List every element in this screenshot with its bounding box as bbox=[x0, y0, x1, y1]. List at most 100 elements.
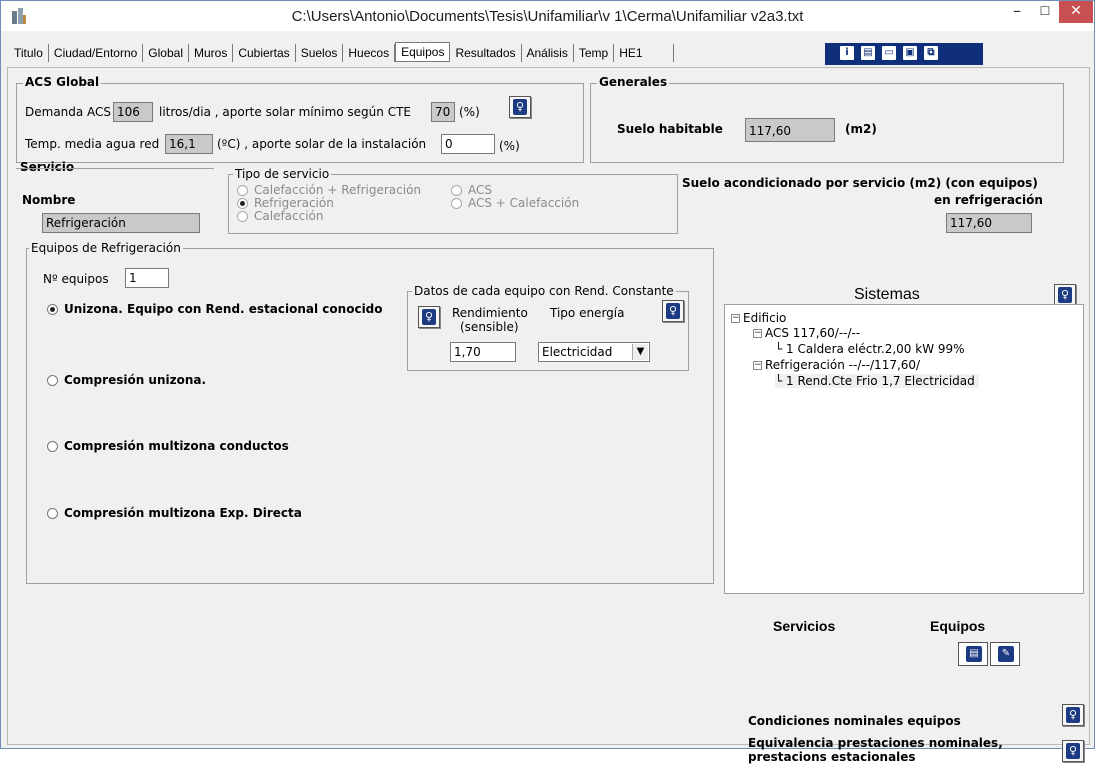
nombre-field[interactable]: Refrigeración bbox=[42, 213, 200, 233]
radio-label: Compresión unizona. bbox=[64, 373, 207, 387]
tab-muros[interactable]: Muros bbox=[189, 44, 234, 62]
tree-node-label: 1 Rend.Cte Frio 1,7 Electricidad bbox=[786, 374, 975, 388]
tree-node-rend-cte[interactable]: └ 1 Rend.Cte Frio 1,7 Electricidad bbox=[775, 374, 979, 388]
rendimiento-help-button[interactable]: ♀ bbox=[418, 306, 440, 328]
tab-global[interactable]: Global bbox=[143, 44, 189, 62]
radio-refrigeracion[interactable]: Refrigeración bbox=[237, 196, 334, 210]
radio-button[interactable] bbox=[237, 184, 248, 196]
collapse-icon[interactable]: − bbox=[753, 361, 762, 370]
num-equipos-field[interactable]: 1 bbox=[125, 268, 169, 288]
minimize-button[interactable]: – bbox=[1003, 1, 1031, 23]
tab-temp[interactable]: Temp bbox=[574, 44, 615, 62]
radio-calef-refrig[interactable]: Calefacción + Refrigeración bbox=[237, 183, 421, 197]
tree-node-acs[interactable]: − ACS 117,60/--/-- bbox=[753, 326, 860, 340]
lightbulb-icon: ♀ bbox=[1066, 743, 1080, 759]
tree-node-refrigeracion[interactable]: − Refrigeración --/--/117,60/ bbox=[753, 358, 920, 372]
application-window: C:\Users\Antonio\Documents\Tesis\Unifami… bbox=[0, 0, 1095, 764]
condiciones-help-button[interactable]: ♀ bbox=[1062, 704, 1084, 726]
tipo-energia-value: Electricidad bbox=[542, 345, 613, 359]
equipo-edit-button[interactable]: ✎ bbox=[990, 642, 1020, 666]
document-icon[interactable]: ▤ bbox=[860, 45, 876, 61]
radio-button[interactable] bbox=[47, 440, 58, 452]
suelo-acond-field[interactable]: 117,60 bbox=[946, 213, 1032, 233]
equivalencia-help-button[interactable]: ♀ bbox=[1062, 740, 1084, 762]
radio-label: Compresión multizona Exp. Directa bbox=[64, 506, 302, 520]
tab-equipos[interactable]: Equipos bbox=[395, 42, 451, 62]
collapse-icon[interactable]: − bbox=[731, 314, 740, 323]
tab-suelos[interactable]: Suelos bbox=[296, 44, 344, 62]
energia-help-button[interactable]: ♀ bbox=[662, 300, 684, 322]
radio-label: ACS bbox=[468, 183, 492, 197]
temp-agua-unit: (ºC) , aporte solar de la instalación bbox=[217, 137, 427, 151]
tab-he1[interactable]: HE1 bbox=[614, 44, 674, 62]
title-bar: C:\Users\Antonio\Documents\Tesis\Unifami… bbox=[1, 1, 1094, 31]
demanda-acs-label: Demanda ACS bbox=[25, 105, 112, 119]
sistemas-title: Sistemas bbox=[854, 286, 920, 303]
tab-huecos[interactable]: Huecos bbox=[343, 44, 396, 62]
acs-help-button[interactable]: ♀ bbox=[509, 96, 531, 118]
temp-agua-field[interactable]: 16,1 bbox=[165, 134, 213, 154]
chevron-down-icon[interactable]: ▼ bbox=[632, 344, 648, 360]
aporte-instalacion-field[interactable]: 0 bbox=[441, 134, 495, 154]
tree-node-label: Refrigeración --/--/117,60/ bbox=[765, 358, 921, 372]
tipo-energia-select[interactable]: Electricidad ▼ bbox=[538, 342, 650, 362]
radio-button[interactable] bbox=[237, 210, 248, 222]
demanda-acs-field[interactable]: 106 bbox=[113, 102, 153, 122]
radio-button[interactable] bbox=[47, 374, 58, 386]
aporte-minimo-unit: (%) bbox=[459, 105, 480, 119]
tab-analisis[interactable]: Análisis bbox=[522, 44, 574, 62]
radio-acs[interactable]: ACS bbox=[451, 183, 492, 197]
radio-label: ACS + Calefacción bbox=[468, 196, 580, 210]
lightbulb-icon: ♀ bbox=[422, 309, 436, 325]
collapse-icon[interactable]: − bbox=[753, 329, 762, 338]
toolbar: i ▤ ▭ ▣ ⧉ bbox=[825, 43, 983, 65]
close-button[interactable]: ✕ bbox=[1059, 1, 1093, 23]
opt-compresion-unizona[interactable]: Compresión unizona. bbox=[47, 373, 206, 387]
tree-node-edificio[interactable]: − Edificio bbox=[731, 311, 786, 325]
tree-line-icon: └ bbox=[775, 374, 787, 388]
radio-button[interactable] bbox=[47, 507, 58, 519]
equipos-label: Equipos bbox=[930, 618, 986, 634]
tab-resultados[interactable]: Resultados bbox=[450, 44, 522, 62]
opt-multizona-conductos[interactable]: Compresión multizona conductos bbox=[47, 439, 289, 453]
folder-open-icon[interactable]: ▭ bbox=[881, 45, 897, 61]
lightbulb-icon: ♀ bbox=[1066, 707, 1080, 723]
opt-multizona-exp-directa[interactable]: Compresión multizona Exp. Directa bbox=[47, 506, 302, 520]
suelo-habitable-unit: (m2) bbox=[845, 122, 877, 136]
tree-node-caldera[interactable]: └ 1 Caldera eléctr.2,00 kW 99% bbox=[775, 342, 965, 356]
tab-ciudad-entorno[interactable]: Ciudad/Entorno bbox=[49, 44, 144, 62]
equipos-panel: ACS Global Demanda ACS 106 litros/dia , … bbox=[7, 67, 1090, 764]
radio-button[interactable] bbox=[237, 197, 248, 209]
radio-button[interactable] bbox=[451, 197, 462, 209]
datos-equipo-legend: Datos de cada equipo con Rend. Constante bbox=[412, 284, 676, 298]
copy-icon[interactable]: ⧉ bbox=[923, 45, 939, 61]
document-icon: ▤ bbox=[966, 646, 982, 662]
tab-strip: Titulo Ciudad/Entorno Global Muros Cubie… bbox=[9, 42, 674, 64]
tab-titulo[interactable]: Titulo bbox=[9, 44, 49, 62]
radio-button[interactable] bbox=[47, 303, 58, 315]
equipos-refrigeracion-legend: Equipos de Refrigeración bbox=[29, 241, 183, 255]
save-icon[interactable]: ▣ bbox=[902, 45, 918, 61]
radio-calefaccion[interactable]: Calefacción bbox=[237, 209, 324, 223]
sistemas-help-button[interactable]: ♀ bbox=[1054, 284, 1076, 306]
servicios-label: Servicios bbox=[773, 618, 836, 634]
opt-unizona-rend[interactable]: Unizona. Equipo con Rend. estacional con… bbox=[47, 302, 383, 316]
tree-node-label: Edificio bbox=[743, 311, 787, 325]
rendimiento-field[interactable]: 1,70 bbox=[450, 342, 516, 362]
temp-agua-label: Temp. media agua red bbox=[25, 137, 160, 151]
window-title: C:\Users\Antonio\Documents\Tesis\Unifami… bbox=[291, 8, 804, 25]
aporte-instalacion-unit: (%) bbox=[499, 139, 520, 153]
info-icon[interactable]: i bbox=[839, 45, 855, 61]
radio-button[interactable] bbox=[451, 184, 462, 196]
equipo-document-button[interactable]: ▤ bbox=[958, 642, 988, 666]
radio-label: Calefacción bbox=[254, 209, 324, 223]
aporte-minimo-field[interactable]: 70 bbox=[431, 102, 455, 122]
rendimiento-label: Rendimiento bbox=[452, 306, 528, 320]
lightbulb-icon: ♀ bbox=[666, 303, 680, 319]
maximize-button[interactable]: ☐ bbox=[1031, 1, 1059, 23]
tab-cubiertas[interactable]: Cubiertas bbox=[233, 44, 296, 62]
suelo-habitable-field[interactable]: 117,60 bbox=[745, 118, 835, 142]
servicio-underline bbox=[16, 168, 214, 169]
radio-acs-calef[interactable]: ACS + Calefacción bbox=[451, 196, 579, 210]
sistemas-tree[interactable]: − Edificio − ACS 117,60/--/-- └ 1 Caldera … bbox=[724, 304, 1084, 594]
